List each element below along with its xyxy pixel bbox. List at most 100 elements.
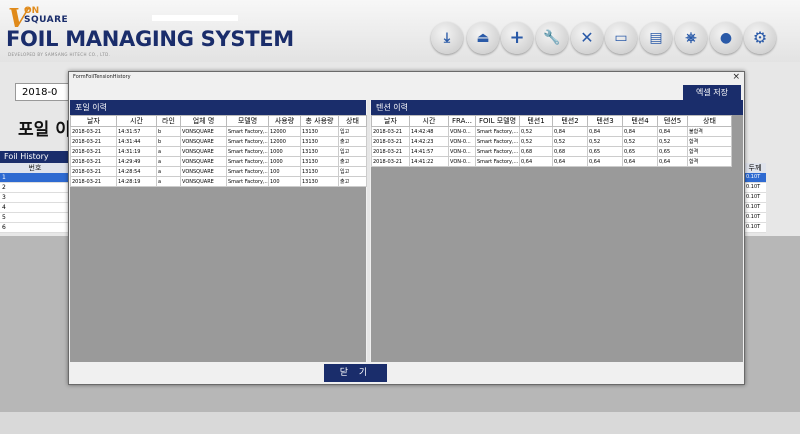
table-cell: 14:41:22: [409, 156, 449, 167]
column-header[interactable]: 날자: [70, 115, 117, 127]
delete-button[interactable]: ✕: [571, 22, 603, 54]
table-cell[interactable]: 0.10T: [744, 223, 766, 233]
table-row[interactable]: 2018-03-21 14:31:57 b VONSQUARE Smart Factor…: [70, 126, 367, 137]
column-header[interactable]: 모델명: [226, 115, 269, 127]
panel-splitter[interactable]: [367, 100, 370, 362]
list-item[interactable]: 4: [0, 203, 70, 213]
table-cell[interactable]: 0.10T: [744, 203, 766, 213]
table-cell: 100: [268, 166, 301, 177]
column-header[interactable]: 상태: [338, 115, 367, 127]
app-title: FOIL MANAGING SYSTEM: [6, 27, 294, 51]
list-item[interactable]: 5: [0, 213, 70, 223]
column-header[interactable]: 텐션3: [587, 115, 623, 127]
table-cell: a: [156, 146, 181, 157]
dialog-close-icon[interactable]: ×: [732, 72, 740, 82]
column-header[interactable]: 텐션2: [552, 115, 588, 127]
table-cell: 0,52: [622, 136, 658, 147]
table-cell: 0,52: [519, 126, 553, 137]
gear-button[interactable]: ⚙: [744, 22, 776, 54]
excel-save-button[interactable]: 엑셀 저장: [683, 85, 741, 100]
app-header: V ON SQUARE FOIL MANAGING SYSTEM DEVELOP…: [0, 0, 800, 62]
column-header[interactable]: 텐션5: [657, 115, 688, 127]
column-header[interactable]: 상태: [687, 115, 732, 127]
tension-history-table: 날자 시간 FRA... FOIL 모델명 텐션1 텐션2 텐션3 텐션4 텐션5 상태 2018…: [371, 115, 732, 167]
list-item[interactable]: 3: [0, 193, 70, 203]
table-row[interactable]: 2018-03-21 14:29:49 a VONSQUARE Smart Factor…: [70, 156, 367, 167]
table-cell: 0,84: [657, 126, 688, 137]
column-header[interactable]: 업체 명: [180, 115, 227, 127]
column-header[interactable]: 총 사용량: [300, 115, 339, 127]
table-cell: 2018-03-21: [70, 166, 117, 177]
table-cell: VONSQUARE: [180, 126, 227, 137]
list-item[interactable]: 1: [0, 173, 70, 183]
table-cell: 13130: [300, 126, 339, 137]
table-cell: 2018-03-21: [70, 156, 117, 167]
table-cell: 14:31:57: [116, 126, 157, 137]
table-cell: VON-0...: [448, 136, 476, 147]
network-icon: ⎈: [685, 30, 697, 46]
table-cell: 14:31:44: [116, 136, 157, 147]
table-cell: 0,65: [622, 146, 658, 157]
table-cell: 출고: [338, 156, 367, 167]
column-header[interactable]: FOIL 모델명: [475, 115, 520, 127]
column-header[interactable]: 텐션1: [519, 115, 553, 127]
table-row[interactable]: 2018-03-21 14:42:23 VON-0... Smart Factory,…: [371, 136, 732, 147]
monitor-button[interactable]: ▭: [605, 22, 637, 54]
network-button[interactable]: ⎈: [675, 22, 707, 54]
plus-icon: +: [509, 27, 525, 48]
table-row[interactable]: 2018-03-21 14:31:19 a VONSQUARE Smart Factor…: [70, 146, 367, 157]
table-cell: 13130: [300, 166, 339, 177]
column-header[interactable]: 라인: [156, 115, 181, 127]
column-header[interactable]: FRA...: [448, 115, 476, 127]
table-row[interactable]: 2018-03-21 14:28:19 a VONSQUARE Smart Factor…: [70, 176, 367, 187]
table-cell: 2018-03-21: [70, 146, 117, 157]
column-header[interactable]: 날자: [371, 115, 410, 127]
table-cell: 0,52: [552, 136, 588, 147]
column-header[interactable]: 사용량: [268, 115, 301, 127]
table-row[interactable]: 2018-03-21 14:28:54 a VONSQUARE Smart Factor…: [70, 166, 367, 177]
table-cell[interactable]: 0.10T: [744, 193, 766, 203]
list-item[interactable]: 2: [0, 183, 70, 193]
list-item[interactable]: 6: [0, 223, 70, 233]
close-button[interactable]: 닫 기: [324, 364, 387, 382]
table-cell: 13130: [300, 146, 339, 157]
table-cell[interactable]: 0.10T: [744, 173, 766, 183]
table-cell: 14:29:49: [116, 156, 157, 167]
table-row[interactable]: 2018-03-21 14:41:57 VON-0... Smart Factory,…: [371, 146, 732, 157]
table-cell: Smart Factory,...: [226, 146, 269, 157]
table-cell: VON-0...: [448, 146, 476, 157]
table-cell: 1000: [268, 146, 301, 157]
book-icon: ▤: [649, 30, 663, 46]
add-button[interactable]: +: [501, 22, 533, 54]
foil-history-title: 포일 이력: [70, 100, 366, 115]
table-cell: VONSQUARE: [180, 136, 227, 147]
thickness-column: 0.10T 0.10T 0.10T 0.10T 0.10T 0.10T: [744, 173, 766, 233]
table-row[interactable]: 2018-03-21 14:31:44 b VONSQUARE Smart Factor…: [70, 136, 367, 147]
table-cell: b: [156, 136, 181, 147]
table-cell[interactable]: 0.10T: [744, 183, 766, 193]
column-header[interactable]: 시간: [409, 115, 449, 127]
column-header[interactable]: 텐션4: [622, 115, 658, 127]
table-cell: VON-0...: [448, 126, 476, 137]
table-row[interactable]: 2018-03-21 14:41:22 VON-0... Smart Factory,…: [371, 156, 732, 167]
table-cell: 100: [268, 176, 301, 187]
table-row[interactable]: 2018-03-21 14:42:48 VON-0... Smart Factory,…: [371, 126, 732, 137]
date-picker[interactable]: 2018-0: [15, 83, 75, 101]
column-header[interactable]: 시간: [116, 115, 157, 127]
user-button[interactable]: ●: [710, 22, 742, 54]
foil-history-panel: 포일 이력 날자 시간 라인 업체 명 모델명 사용량 총 사용량 상태 2018-03-21…: [70, 100, 367, 362]
foil-history-list: 1 2 3 4 5 6: [0, 173, 70, 233]
upload-button[interactable]: ⏏: [467, 22, 499, 54]
table-cell: 2018-03-21: [70, 176, 117, 187]
table-cell: 0,68: [552, 146, 588, 157]
table-cell: 0,64: [622, 156, 658, 167]
table-cell: 14:31:19: [116, 146, 157, 157]
dialog-title: FormFoilTensionHistory: [73, 74, 131, 80]
settings-wrench-button[interactable]: 🔧: [536, 22, 568, 54]
table-cell[interactable]: 0.10T: [744, 213, 766, 223]
book-button[interactable]: ▤: [640, 22, 672, 54]
close-icon: ✕: [580, 28, 594, 47]
download-button[interactable]: ⤓: [431, 22, 463, 54]
table-cell: Smart Factory,...: [226, 156, 269, 167]
table-cell: Smart Factory,...: [226, 166, 269, 177]
